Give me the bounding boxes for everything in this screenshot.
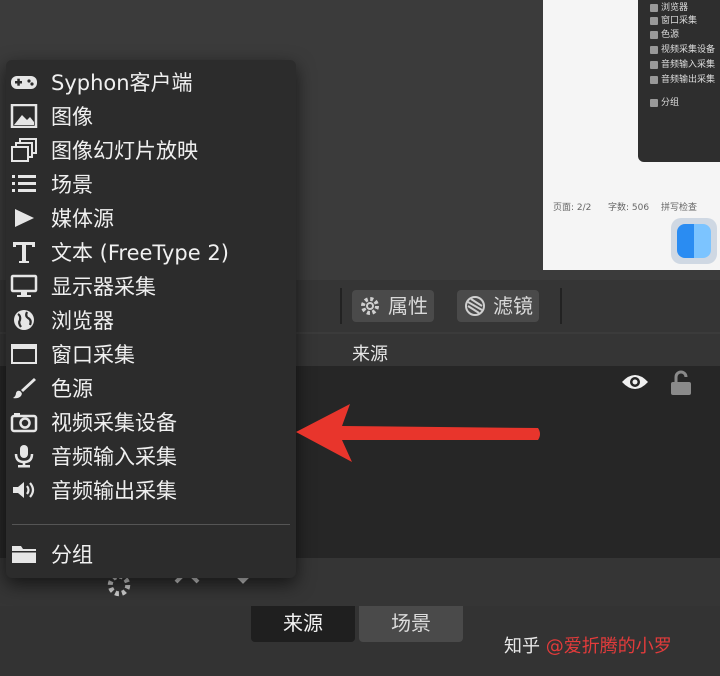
folder-icon [12,546,36,563]
menu-item-label: 浏览器 [51,309,114,333]
toolbar-divider [560,288,562,324]
menu-divider [12,524,290,525]
menu-item-browser[interactable]: 浏览器 [6,303,296,337]
menu-item-display-capture[interactable]: 显示器采集 [6,269,296,303]
watermark-site: 知乎 [504,636,540,657]
menu-item-label: 显示器采集 [51,275,156,299]
preview-status-bar: 页面: 2/2 字数: 506 拼写检查 [543,198,720,216]
menu-item-label: 图像 [51,105,93,129]
menu-item-syphon[interactable]: Syphon客户端 [6,65,296,99]
source-column-header: 来源 [352,344,388,365]
gamepad-icon [11,76,37,89]
camera-icon [10,413,38,433]
preview-spellcheck: 拼写检查 [661,203,698,213]
menu-item-color-source[interactable]: 色源 [6,371,296,405]
slideshow-icon [11,138,37,162]
eye-icon[interactable] [620,372,650,392]
menu-item-label: 音频输出采集 [51,479,177,503]
menu-item-label: 分组 [51,543,93,567]
menu-item-media-source[interactable]: 媒体源 [6,201,296,235]
properties-button[interactable]: 属性 [352,290,434,322]
preview-item: 色源 [650,27,679,40]
menu-item-label: 音频输入采集 [51,445,177,469]
menu-item-label: 图像幻灯片放映 [51,139,198,163]
globe-icon [14,310,34,330]
filters-label: 滤镜 [493,294,533,318]
preview-page-count: 页面: 2/2 [553,203,592,213]
menu-item-video-capture-device[interactable]: 视频采集设备 [6,405,296,439]
list-icon [12,175,36,192]
filter-icon [465,296,485,316]
preview-item: 分组 [650,95,679,108]
menu-item-label: 文本 (FreeType 2) [51,241,229,265]
preview-item: 音频输入采集 [650,57,715,70]
watermark-author: @爱折腾的小罗 [545,636,672,657]
preview-item: 浏览器 [650,0,688,13]
menu-item-image-slideshow[interactable]: 图像幻灯片放映 [6,133,296,167]
preview-item: 音频输出采集 [650,72,715,85]
preview-canvas: 浏览器 窗口采集 色源 视频采集设备 音频输入采集 音频输出采集 分组 页面: … [543,0,720,270]
menu-item-label: 视频采集设备 [51,411,177,435]
speaker-icon [13,482,35,498]
play-icon [15,209,34,227]
toolbar-divider [340,288,342,324]
menu-item-audio-output-capture[interactable]: 音频输出采集 [6,473,296,507]
menu-item-label: Syphon客户端 [51,71,193,95]
preview-item: 视频采集设备 [650,42,715,55]
tab-scenes[interactable]: 场景 [359,606,463,642]
unlock-icon[interactable] [668,370,694,396]
menu-item-group[interactable]: 分组 [6,537,296,571]
menu-item-label: 窗口采集 [51,343,135,367]
monitor-icon [10,274,38,297]
preview-window-screenshot: 浏览器 窗口采集 色源 视频采集设备 音频输入采集 音频输出采集 分组 [638,0,720,162]
properties-label: 属性 [388,294,428,318]
finder-icon [671,218,717,264]
filters-button[interactable]: 滤镜 [457,290,539,322]
menu-item-window-capture[interactable]: 窗口采集 [6,337,296,371]
preview-item: 窗口采集 [650,13,697,26]
menu-item-image[interactable]: 图像 [6,99,296,133]
menu-item-label: 场景 [51,173,93,197]
menu-item-label: 媒体源 [51,207,114,231]
tab-sources[interactable]: 来源 [251,606,355,642]
menu-item-label: 色源 [51,377,93,401]
red-arrow-annotation [296,404,540,462]
gear-icon [361,297,379,315]
microphone-icon [14,445,34,468]
brush-icon [13,378,36,399]
watermark: 知乎 @爱折腾的小罗 [504,632,672,658]
image-icon [10,104,38,128]
add-source-menu: Syphon客户端 图像 图像幻灯片放映 场景 媒体源 文本 (FreeType… [6,60,296,578]
menu-item-audio-input-capture[interactable]: 音频输入采集 [6,439,296,473]
menu-item-text-freetype[interactable]: 文本 (FreeType 2) [6,235,296,269]
window-icon [11,344,37,364]
text-icon [13,242,35,263]
preview-char-count: 字数: 506 [608,203,650,213]
menu-item-scene[interactable]: 场景 [6,167,296,201]
